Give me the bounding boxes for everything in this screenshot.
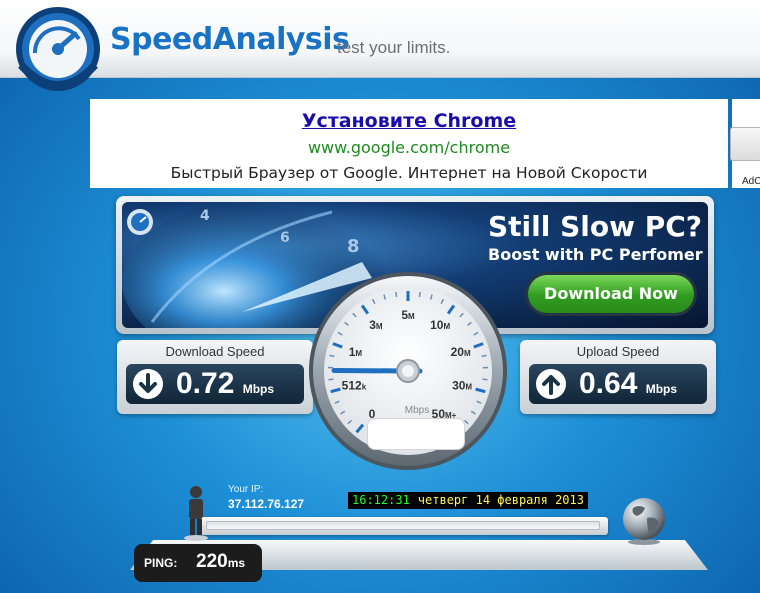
ping-value: 220ms [196, 551, 245, 573]
arrow-down-icon [133, 369, 163, 399]
side-ad-button[interactable] [730, 127, 760, 161]
ad-url[interactable]: www.google.com/chrome [90, 138, 728, 157]
upload-speed-label: Upload Speed [576, 344, 660, 359]
ping-number: 220 [196, 551, 228, 572]
globe-icon [623, 498, 665, 545]
clock-time: 16:12:31 [352, 493, 410, 507]
upload-speed-display: 0.64 Mbps [529, 364, 707, 404]
gauge-minor-tick [418, 291, 421, 297]
gauge-minor-tick [482, 378, 488, 381]
promo-subtitle: Boost with PC Perfomer [488, 245, 703, 264]
download-speed-number: 0.72 [176, 367, 235, 400]
gauge-result-display [367, 418, 465, 450]
upload-speed-number: 0.64 [579, 367, 638, 400]
gauge-minor-tick [395, 291, 398, 297]
ad-banner[interactable]: Установите Chrome www.google.com/chrome … [90, 99, 728, 188]
gauge-hub-cap [402, 365, 414, 377]
gauge-minor-tick [481, 354, 487, 358]
ping-display: PING: 220ms [134, 544, 262, 582]
download-speed-panel: Download Speed 0.72 Mbps [117, 340, 313, 414]
gauge-minor-tick [329, 354, 335, 358]
download-now-label: Download Now [528, 275, 694, 313]
upload-speed-panel: Upload Speed 0.64 Mbps [520, 340, 716, 414]
connection-track [198, 517, 608, 535]
gauge-minor-tick [328, 378, 334, 381]
download-speed-unit: Mbps [242, 382, 275, 396]
gauge-unit-label: Mbps [405, 405, 429, 416]
promo-dial-number: 6 [280, 230, 290, 246]
promo-title: Still Slow PC? [488, 210, 703, 243]
site-header: SpeedAnalysis test your limits. [0, 0, 760, 91]
download-speed-display: 0.72 Mbps [126, 364, 304, 404]
side-ad-label: AdC [742, 176, 760, 187]
connection-track-inner [206, 521, 600, 530]
download-now-button[interactable]: Download Now [525, 272, 697, 316]
ping-unit: ms [227, 556, 246, 570]
upload-speed-value: 0.64 Mbps [579, 367, 677, 401]
download-speed-label: Download Speed [165, 344, 265, 359]
tagline: test your limits. [337, 38, 451, 57]
clock-date: четверг 14 февраля 2013 [417, 493, 584, 507]
download-speed-value: 0.72 Mbps [176, 367, 274, 401]
ping-label: PING: [144, 556, 178, 570]
ad-description: Быстрый Браузер от Google. Интернет на Н… [170, 164, 648, 182]
promo-dial-number: 4 [200, 208, 210, 224]
ip-address: 37.112.76.127 [228, 497, 305, 511]
datetime-display: 16:12:31 четверг 14 февраля 2013 [348, 492, 588, 509]
ip-label: Your IP: [228, 484, 264, 495]
brand-name[interactable]: SpeedAnalysis [110, 22, 350, 57]
upload-speed-unit: Mbps [645, 382, 678, 396]
user-person-icon [184, 486, 208, 541]
ad-title-link[interactable]: Установите Chrome [90, 110, 728, 132]
promo-dial-number: 8 [347, 236, 360, 257]
speedometer-logo-icon[interactable] [13, 5, 103, 93]
arrow-up-icon [536, 369, 566, 399]
